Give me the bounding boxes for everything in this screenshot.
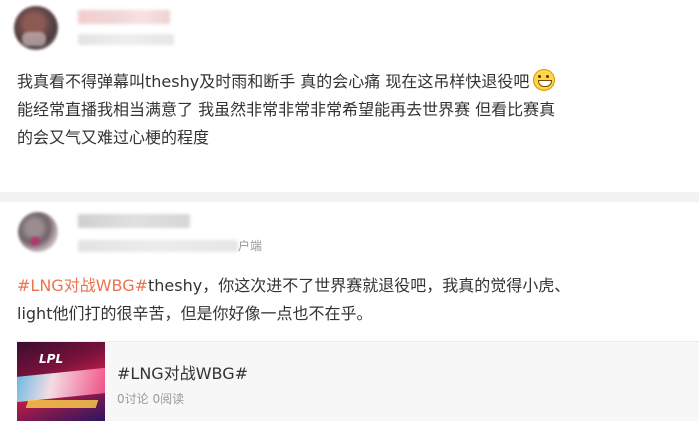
- post-text-line-1: 我真看不得弹幕叫theshy及时雨和断手 真的会心痛 现在这吊样快退役吧: [17, 72, 530, 91]
- post-text-line-1: theshy，你这次进不了世界赛就退役吧，我真的觉得小虎、: [148, 276, 571, 295]
- avatar[interactable]: [14, 6, 58, 50]
- topic-card-thumbnail: LPL: [17, 342, 105, 421]
- topic-link[interactable]: #LNG对战WBG#: [17, 276, 148, 295]
- post-text-line-3: 的会又气又难过心梗的程度: [17, 128, 210, 147]
- post-text-line-2: 能经常直播我相当满意了 我虽然非常非常非常希望能再去世界赛 但看比赛真: [17, 100, 556, 119]
- topic-card-title[interactable]: #LNG对战WBG#: [117, 364, 248, 384]
- lpl-logo: LPL: [39, 352, 64, 366]
- avatar[interactable]: [18, 212, 58, 252]
- grinning-sweat-emoji-icon: [533, 69, 556, 91]
- username-redacted[interactable]: [78, 214, 190, 228]
- topic-card-stats: 0讨论 0阅读: [117, 392, 185, 406]
- post-source: 户端: [238, 239, 263, 253]
- thumbnail-graphic: [17, 366, 105, 404]
- post-body: #LNG对战WBG#theshy，你这次进不了世界赛就退役吧，我真的觉得小虎、 …: [17, 272, 689, 328]
- post-body: 我真看不得弹幕叫theshy及时雨和断手 真的会心痛 现在这吊样快退役吧 能经常…: [17, 68, 689, 152]
- post-meta-redacted: [78, 34, 174, 45]
- post-text-line-2: light他们打的很辛苦，但是你好像一点也不在乎。: [17, 304, 373, 323]
- post-1: 我真看不得弹幕叫theshy及时雨和断手 真的会心痛 现在这吊样快退役吧 能经常…: [0, 0, 699, 200]
- thumbnail-graphic-accent: [25, 400, 99, 408]
- username-redacted[interactable]: [78, 10, 170, 24]
- post-divider: [0, 192, 699, 202]
- topic-card[interactable]: LPL #LNG对战WBG# 0讨论 0阅读: [17, 341, 699, 421]
- post-meta-redacted: [78, 240, 238, 252]
